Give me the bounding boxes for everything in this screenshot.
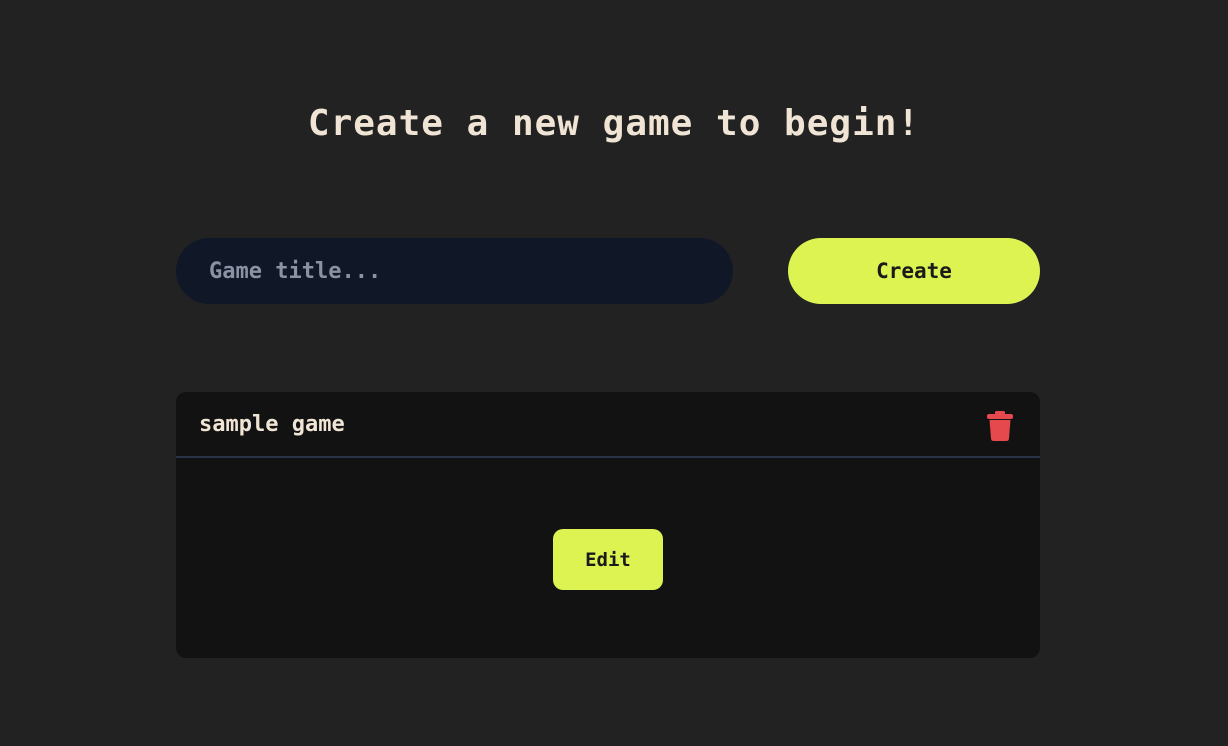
game-title-input[interactable] <box>176 238 733 304</box>
trash-icon[interactable] <box>987 411 1013 441</box>
game-title: sample game <box>199 412 345 437</box>
game-card-header: sample game <box>176 392 1040 458</box>
edit-button[interactable]: Edit <box>553 529 663 590</box>
create-button[interactable]: Create <box>788 238 1040 304</box>
game-card: sample game Edit <box>176 392 1040 658</box>
create-game-form: Create <box>176 238 1040 304</box>
page-title: Create a new game to begin! <box>307 103 921 144</box>
page: Create a new game to begin! Create sampl… <box>0 0 1228 746</box>
